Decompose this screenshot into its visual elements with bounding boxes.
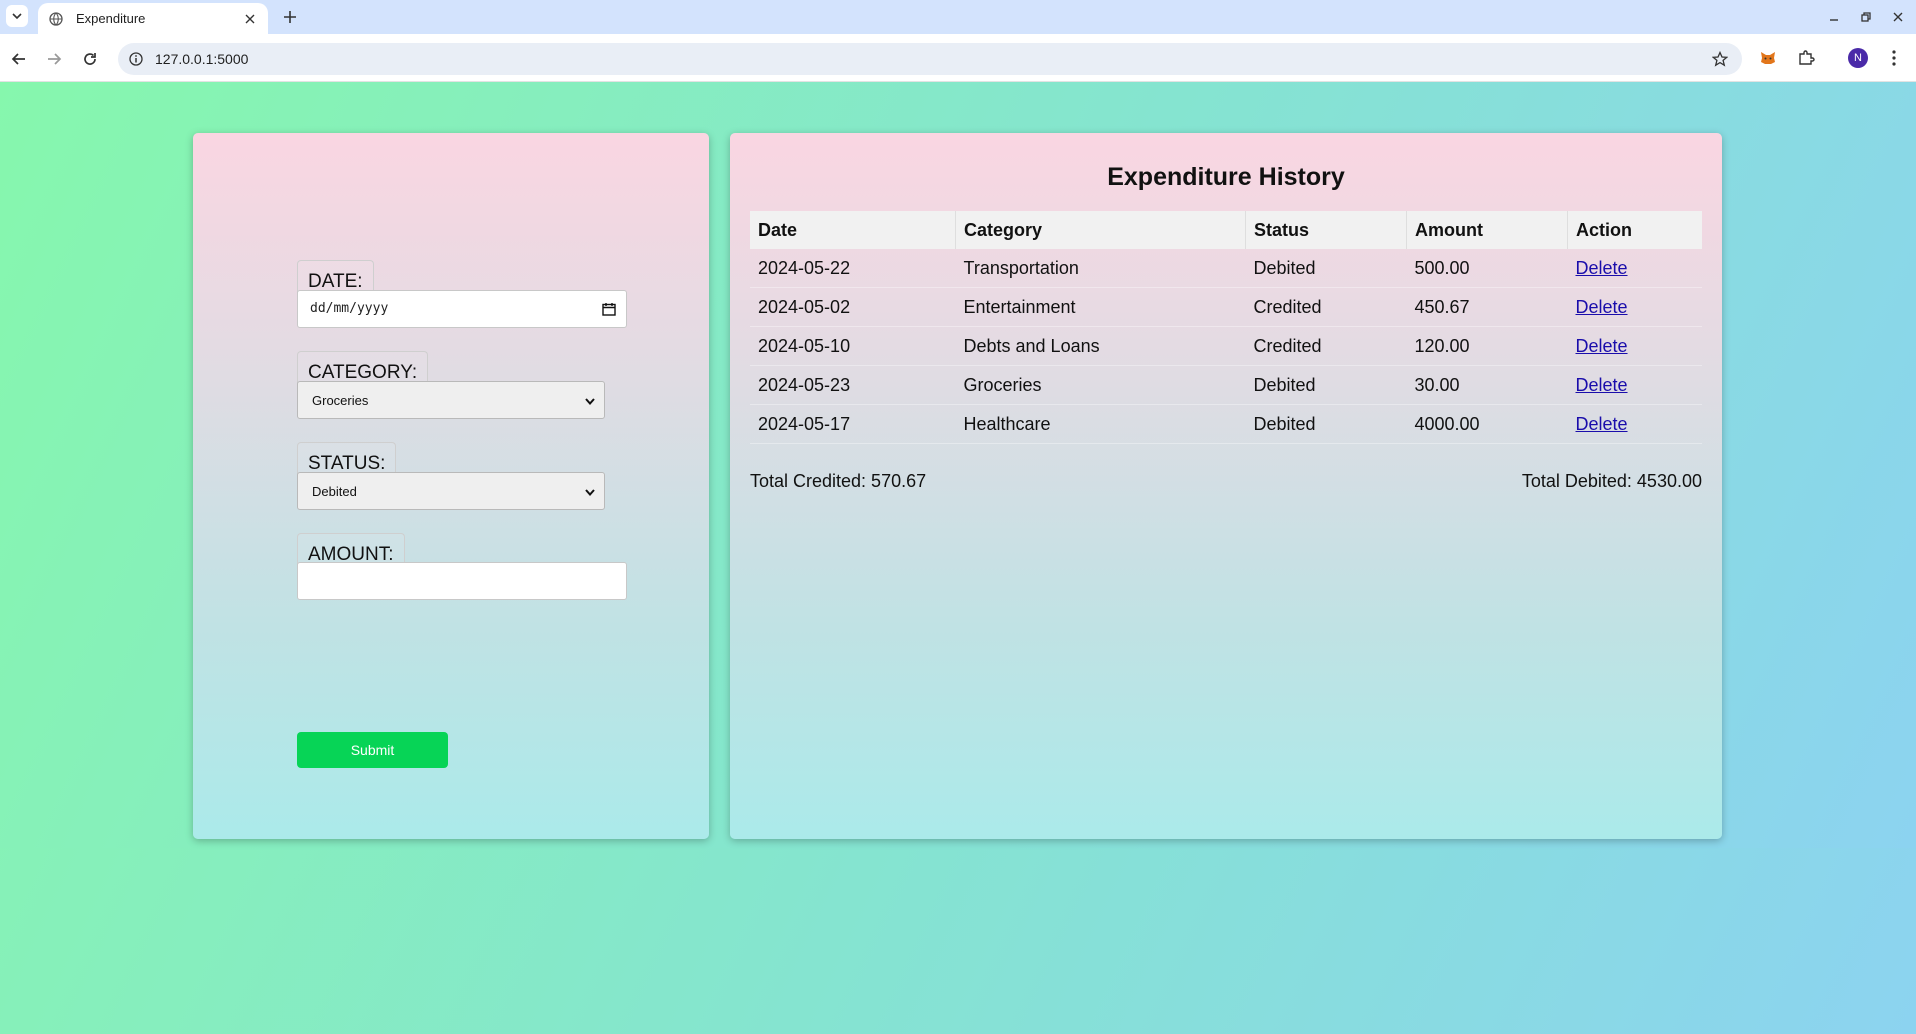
browser-tabstrip: Expenditure xyxy=(0,0,1916,34)
cell-amount: 30.00 xyxy=(1406,365,1568,405)
active-tab[interactable]: Expenditure xyxy=(38,3,268,34)
close-window-button[interactable] xyxy=(1888,7,1908,27)
kebab-menu-icon[interactable] xyxy=(1883,47,1905,69)
back-button[interactable] xyxy=(8,48,30,70)
delete-link[interactable]: Delete xyxy=(1576,375,1628,395)
arrow-left-icon xyxy=(11,53,25,65)
minimize-icon xyxy=(1830,19,1838,21)
close-icon xyxy=(1893,12,1903,22)
submit-button[interactable]: Submit xyxy=(297,732,448,768)
category-selected-value: Groceries xyxy=(312,393,369,408)
calendar-icon[interactable] xyxy=(602,302,616,316)
tab-title: Expenditure xyxy=(76,11,146,26)
category-select[interactable]: Groceries xyxy=(297,381,605,419)
total-credited: Total Credited: 570.67 xyxy=(750,471,927,491)
new-tab-button[interactable] xyxy=(280,7,300,27)
extensions-puzzle-icon[interactable] xyxy=(1795,47,1817,69)
expenditure-history-panel: Expenditure History Date Category Status… xyxy=(730,133,1722,839)
amount-input[interactable] xyxy=(297,562,627,600)
chevron-down-icon xyxy=(585,398,595,406)
cell-action: Delete xyxy=(1567,287,1702,327)
address-bar[interactable]: 127.0.0.1:5000 xyxy=(118,43,1742,75)
restore-button[interactable] xyxy=(1856,7,1876,27)
date-input[interactable]: dd/mm/yyyy xyxy=(297,290,627,328)
history-table: Date Category Status Amount Action 2024-… xyxy=(750,211,1702,444)
column-header-category: Category xyxy=(955,211,1246,249)
table-row: 2024-05-17 Healthcare Debited 4000.00 De… xyxy=(750,404,1702,444)
table-row: 2024-05-02 Entertainment Credited 450.67… xyxy=(750,287,1702,327)
cell-action: Delete xyxy=(1567,249,1702,288)
chevron-down-icon xyxy=(12,13,22,20)
table-row: 2024-05-23 Groceries Debited 30.00 Delet… xyxy=(750,365,1702,405)
cell-status: Debited xyxy=(1245,404,1407,444)
forward-button[interactable] xyxy=(43,48,65,70)
cell-action: Delete xyxy=(1567,326,1702,366)
cell-date: 2024-05-10 xyxy=(750,326,956,366)
cell-status: Debited xyxy=(1245,249,1407,288)
cell-amount: 500.00 xyxy=(1406,249,1568,288)
chevron-down-icon xyxy=(585,489,595,497)
cell-date: 2024-05-23 xyxy=(750,365,956,405)
column-header-status: Status xyxy=(1245,211,1407,249)
cell-category: Debts and Loans xyxy=(955,326,1246,366)
delete-link[interactable]: Delete xyxy=(1576,414,1628,434)
tab-search-button[interactable] xyxy=(6,5,28,27)
cell-date: 2024-05-22 xyxy=(750,249,956,288)
delete-link[interactable]: Delete xyxy=(1576,258,1628,278)
cell-status: Debited xyxy=(1245,365,1407,405)
cell-status: Credited xyxy=(1245,326,1407,366)
info-icon[interactable] xyxy=(128,51,144,67)
cell-status: Credited xyxy=(1245,287,1407,327)
url-text: 127.0.0.1:5000 xyxy=(155,51,249,67)
date-placeholder: dd/mm/yyyy xyxy=(310,301,389,316)
cell-date: 2024-05-17 xyxy=(750,404,956,444)
page-background: DATE: dd/mm/yyyy CATEGORY: Groceries STA… xyxy=(0,82,1916,848)
cell-date: 2024-05-02 xyxy=(750,287,956,327)
profile-avatar[interactable]: N xyxy=(1848,48,1868,68)
reload-button[interactable] xyxy=(79,48,101,70)
column-header-amount: Amount xyxy=(1406,211,1568,249)
cell-amount: 120.00 xyxy=(1406,326,1568,366)
cell-category: Healthcare xyxy=(955,404,1246,444)
column-header-action: Action xyxy=(1567,211,1702,249)
cell-category: Entertainment xyxy=(955,287,1246,327)
table-header-row: Date Category Status Amount Action xyxy=(750,211,1702,249)
restore-icon xyxy=(1861,12,1871,22)
cell-action: Delete xyxy=(1567,365,1702,405)
reload-icon xyxy=(84,53,96,65)
cell-amount: 450.67 xyxy=(1406,287,1568,327)
close-tab-icon[interactable] xyxy=(242,11,258,27)
minimize-button[interactable] xyxy=(1824,7,1844,27)
status-selected-value: Debited xyxy=(312,484,357,499)
bookmark-star-icon[interactable] xyxy=(1710,49,1730,69)
column-header-date: Date xyxy=(750,211,956,249)
delete-link[interactable]: Delete xyxy=(1576,336,1628,356)
cell-amount: 4000.00 xyxy=(1406,404,1568,444)
metamask-fox-icon[interactable] xyxy=(1757,47,1779,69)
arrow-right-icon xyxy=(48,53,62,65)
cell-category: Transportation xyxy=(955,249,1246,288)
delete-link[interactable]: Delete xyxy=(1576,297,1628,317)
expense-form-panel: DATE: dd/mm/yyyy CATEGORY: Groceries STA… xyxy=(193,133,709,839)
status-select[interactable]: Debited xyxy=(297,472,605,510)
table-row: 2024-05-22 Transportation Debited 500.00… xyxy=(750,249,1702,288)
cell-action: Delete xyxy=(1567,404,1702,444)
cell-category: Groceries xyxy=(955,365,1246,405)
plus-icon xyxy=(284,11,296,23)
table-row: 2024-05-10 Debts and Loans Credited 120.… xyxy=(750,326,1702,366)
page-viewport: DATE: dd/mm/yyyy CATEGORY: Groceries STA… xyxy=(0,82,1916,1034)
history-title: Expenditure History xyxy=(1107,163,1345,191)
total-debited: Total Debited: 4530.00 xyxy=(1521,471,1702,491)
globe-icon xyxy=(48,11,64,27)
browser-toolbar: 127.0.0.1:5000 N xyxy=(0,34,1916,82)
